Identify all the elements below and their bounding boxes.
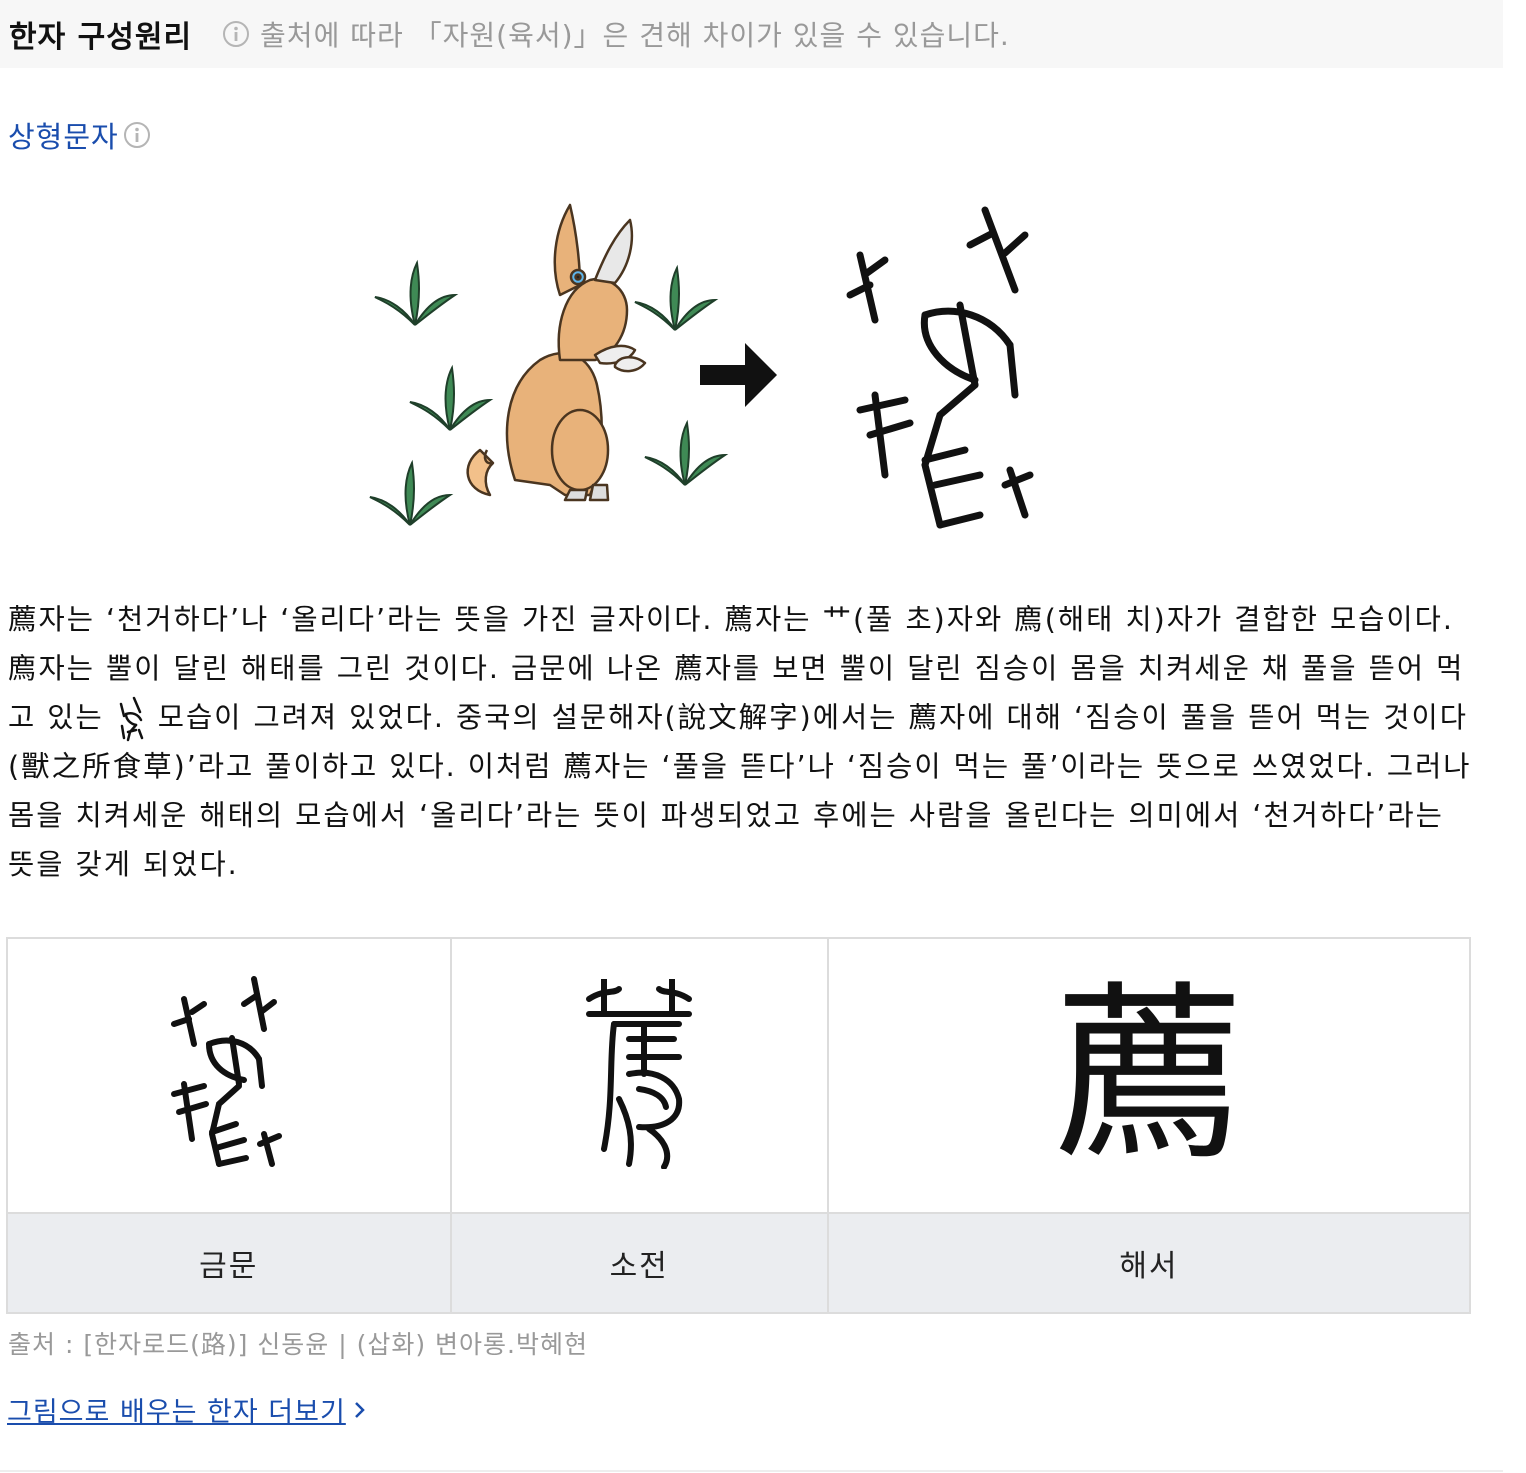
more-link-row: 그림으로 배우는 한자 더보기 [7,1390,366,1429]
haetae-illustration [466,203,647,502]
glyph-cell-kaishu: 薦 [826,937,1472,1214]
character-origin-illustration [365,195,1045,535]
section-header: 한자 구성원리 출처에 따라 「자원(육서)」은 견해 차이가 있을 수 있습니… [0,0,1503,68]
glyph-cell-seal [449,937,829,1214]
bronze-script-glyph [846,206,1034,529]
formation-type-label[interactable]: 상형문자 [8,114,119,156]
bronze-script-glyph [170,975,282,1167]
kaishu-character: 薦 [1053,964,1244,1186]
source-disclaimer: 출처에 따라 「자원(육서)」은 견해 차이가 있을 수 있습니다. [260,19,1010,52]
info-icon[interactable] [123,121,151,149]
inline-bronze-glyph [119,696,143,742]
glyph-cell-bronze [6,937,452,1214]
arrow-right-icon [700,343,777,407]
label-row: 금문 소전 해서 [6,1212,1472,1314]
section-title: 한자 구성원리 [9,20,193,55]
more-link[interactable]: 그림으로 배우는 한자 더보기 [7,1390,346,1429]
description-text: 모습이 그려져 있었다. 중국의 설문해자(說文解字)에서는 薦자에 대해 ‘짐… [8,701,1472,881]
divider [0,1470,1503,1472]
script-label-seal: 소전 [449,1212,829,1314]
formation-type-row: 상형문자 [8,114,151,156]
script-label-kaishu: 해서 [826,1212,1472,1314]
character-description: 薦자는 ‘천거하다’나 ‘올리다’라는 뜻을 가진 글자이다. 薦자는 艹(풀 … [8,595,1478,889]
seal-script-glyph [586,975,693,1170]
script-evolution-table: 薦 금문 소전 해서 [6,937,1472,1314]
info-icon[interactable] [222,20,250,48]
chevron-right-icon[interactable] [354,1400,366,1420]
source-credit: 출처 : [한자로드(路)] 신동윤 | (삽화) 변아롱.박혜현 [8,1330,588,1359]
glyph-row: 薦 [6,937,1472,1214]
script-label-bronze: 금문 [6,1212,452,1314]
